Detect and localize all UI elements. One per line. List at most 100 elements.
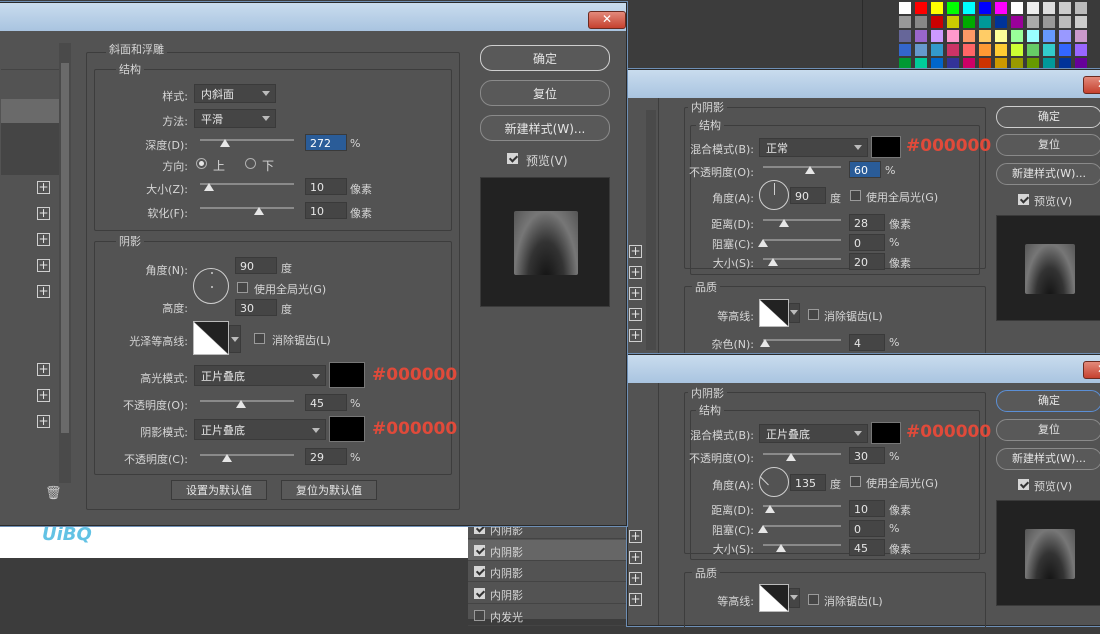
color-swatch[interactable]: [995, 30, 1007, 42]
color-swatch[interactable]: [1011, 30, 1023, 42]
color-swatch[interactable]: [1027, 16, 1039, 28]
color-swatch[interactable]: [1027, 30, 1039, 42]
angle-input[interactable]: 135: [790, 474, 826, 491]
color-swatch[interactable]: [1027, 2, 1039, 14]
list-item-dark[interactable]: [1, 123, 59, 175]
anti-alias-checkbox[interactable]: [254, 333, 265, 344]
color-swatch[interactable]: [979, 30, 991, 42]
contour-preview[interactable]: [759, 299, 789, 327]
highlight-opacity-input[interactable]: 45: [305, 394, 347, 411]
add-icon[interactable]: +: [629, 551, 642, 564]
color-swatch[interactable]: [899, 2, 911, 14]
color-swatch[interactable]: [1011, 2, 1023, 14]
add-icon[interactable]: +: [629, 530, 642, 543]
style-dropdown[interactable]: 内斜面: [194, 84, 276, 103]
color-swatch[interactable]: [931, 44, 943, 56]
altitude-input[interactable]: 30: [235, 299, 277, 316]
angle-input[interactable]: 90: [790, 187, 826, 204]
contour-preview[interactable]: [759, 584, 789, 612]
add-icon[interactable]: +: [37, 207, 50, 220]
anti-alias-checkbox[interactable]: [808, 594, 819, 605]
list-item[interactable]: 内阴影 +: [468, 561, 646, 582]
contour-dropdown[interactable]: [789, 303, 800, 323]
list-item[interactable]: 内发光: [468, 605, 646, 626]
reset-button[interactable]: 复位: [996, 134, 1100, 156]
color-swatch[interactable]: [1043, 2, 1055, 14]
add-icon[interactable]: +: [37, 389, 50, 402]
distance-slider-thumb[interactable]: [779, 219, 789, 227]
color-swatch[interactable]: [899, 44, 911, 56]
shadow-color-swatch[interactable]: [329, 416, 365, 442]
color-swatch[interactable]: [1043, 30, 1055, 42]
choke-slider[interactable]: [763, 525, 841, 527]
layer-checkbox[interactable]: [474, 610, 485, 621]
direction-down-radio[interactable]: [245, 158, 256, 169]
color-swatch[interactable]: [1043, 16, 1055, 28]
layer-checkbox[interactable]: [474, 545, 485, 556]
color-swatch[interactable]: [899, 16, 911, 28]
list-item[interactable]: 内阴影 +: [468, 583, 646, 604]
gloss-contour-dropdown[interactable]: [229, 325, 241, 353]
highlight-mode-dropdown[interactable]: 正片叠底: [194, 365, 326, 386]
size-input[interactable]: 10: [305, 178, 347, 195]
color-swatch[interactable]: [979, 44, 991, 56]
color-swatch[interactable]: [963, 30, 975, 42]
color-swatch[interactable]: [995, 44, 1007, 56]
opacity-slider[interactable]: [763, 453, 841, 455]
layer-checkbox[interactable]: [474, 588, 485, 599]
reset-button[interactable]: 复位: [996, 419, 1100, 441]
add-icon[interactable]: +: [37, 363, 50, 376]
color-swatch[interactable]: [963, 2, 975, 14]
angle-dial[interactable]: [759, 180, 789, 210]
opacity-slider[interactable]: [763, 166, 841, 168]
size-input[interactable]: 45: [849, 539, 885, 556]
reset-button[interactable]: 复位: [480, 80, 610, 106]
preview-checkbox[interactable]: [1018, 194, 1029, 205]
add-icon[interactable]: +: [629, 266, 642, 279]
color-swatch[interactable]: [1059, 44, 1071, 56]
color-swatch[interactable]: [1043, 44, 1055, 56]
color-swatch[interactable]: [1075, 2, 1087, 14]
trash-icon[interactable]: 🗑: [45, 486, 62, 501]
add-icon[interactable]: +: [629, 593, 642, 606]
add-icon[interactable]: +: [37, 181, 50, 194]
choke-slider-thumb[interactable]: [758, 239, 768, 247]
distance-slider[interactable]: [763, 219, 841, 221]
size-slider[interactable]: [763, 544, 841, 546]
gloss-contour-preview[interactable]: [193, 321, 229, 355]
soften-input[interactable]: 10: [305, 202, 347, 219]
add-icon[interactable]: +: [37, 259, 50, 272]
anti-alias-checkbox[interactable]: [808, 309, 819, 320]
color-swatch[interactable]: [915, 16, 927, 28]
opacity-slider-thumb[interactable]: [805, 166, 815, 174]
highlight-opacity-slider-thumb[interactable]: [236, 400, 246, 408]
noise-slider[interactable]: [763, 339, 841, 341]
choke-input[interactable]: 0: [849, 234, 885, 251]
noise-slider-thumb[interactable]: [760, 339, 770, 347]
global-light-checkbox[interactable]: [237, 282, 248, 293]
opacity-input[interactable]: 30: [849, 447, 885, 464]
technique-dropdown[interactable]: 平滑: [194, 109, 276, 128]
add-icon[interactable]: +: [37, 285, 50, 298]
list-item-selected[interactable]: [1, 99, 59, 123]
distance-input[interactable]: 10: [849, 500, 885, 517]
shadow-color-swatch[interactable]: [871, 422, 901, 444]
color-swatch[interactable]: [1059, 2, 1071, 14]
highlight-color-swatch[interactable]: [329, 362, 365, 388]
depth-slider[interactable]: [200, 139, 294, 141]
add-icon[interactable]: +: [37, 233, 50, 246]
depth-input[interactable]: 272: [305, 134, 347, 151]
add-icon[interactable]: +: [629, 572, 642, 585]
shadow-opacity-slider[interactable]: [200, 454, 294, 456]
close-button[interactable]: ✕: [588, 11, 626, 29]
global-light-checkbox[interactable]: [850, 190, 861, 201]
color-swatch[interactable]: [899, 30, 911, 42]
size-slider-thumb[interactable]: [768, 258, 778, 266]
size-slider-thumb[interactable]: [204, 183, 214, 191]
soften-slider[interactable]: [200, 207, 294, 209]
reset-default-button[interactable]: 复位为默认值: [281, 480, 377, 500]
distance-slider-thumb[interactable]: [765, 505, 775, 513]
add-icon[interactable]: +: [629, 308, 642, 321]
color-swatch[interactable]: [1075, 30, 1087, 42]
color-swatch[interactable]: [931, 16, 943, 28]
